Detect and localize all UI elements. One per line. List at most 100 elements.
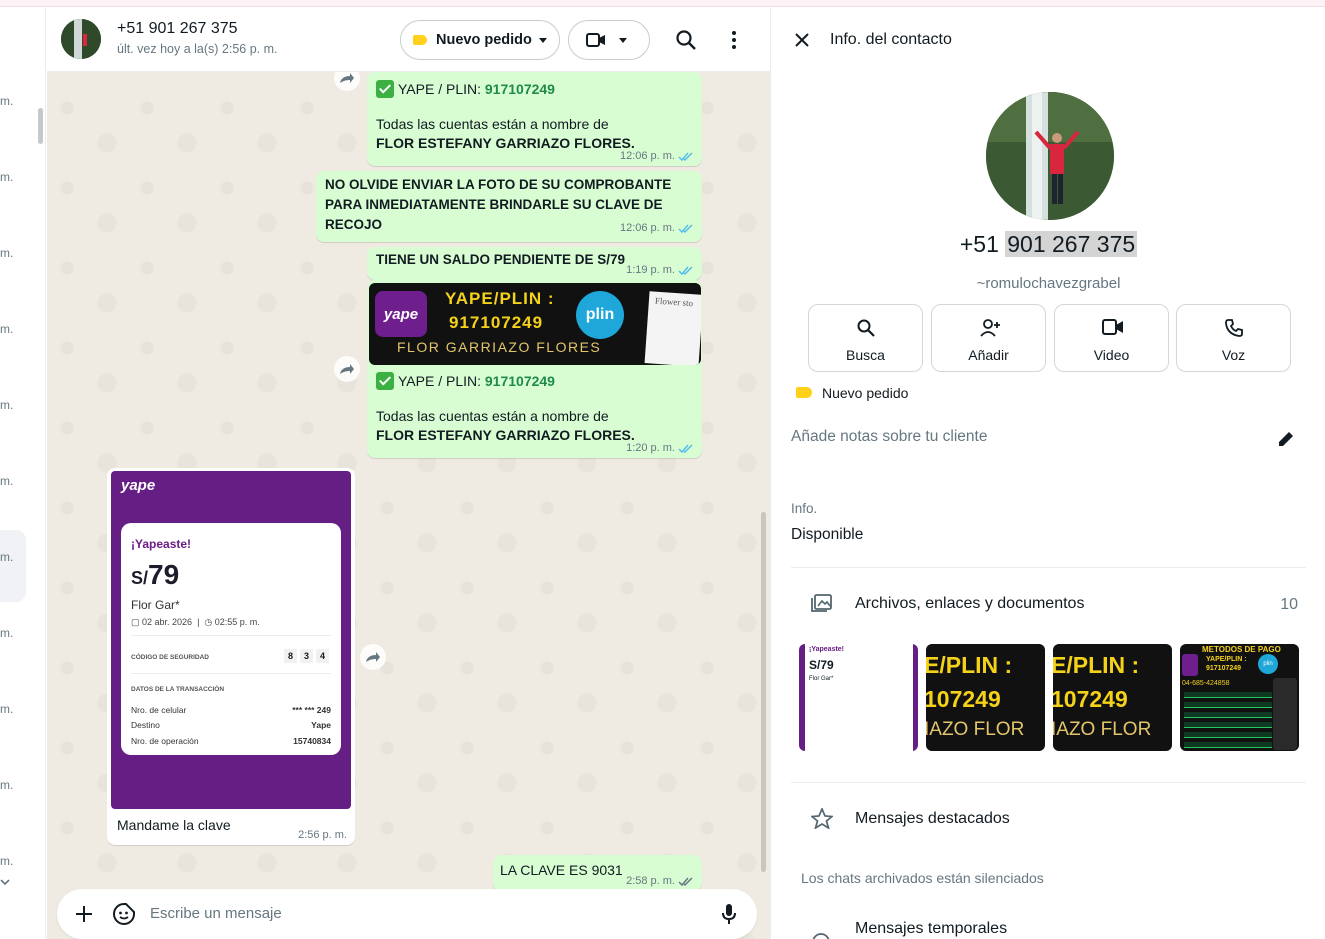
order-label-dropdown[interactable]: Nuevo pedido bbox=[400, 20, 560, 60]
more-options-icon[interactable] bbox=[722, 28, 746, 52]
pay-label: YAPE / PLIN: bbox=[398, 373, 485, 389]
video-camera-icon bbox=[1102, 319, 1123, 335]
microphone-icon[interactable] bbox=[721, 903, 737, 925]
edit-pencil-icon[interactable] bbox=[1276, 429, 1296, 449]
search-icon[interactable] bbox=[674, 28, 698, 52]
receipt-amount: S/79 bbox=[131, 559, 179, 591]
row-value: *** *** 249 bbox=[292, 705, 331, 715]
chat-pane: +51 901 267 375 últ. vez hoy a la(s) 2:5… bbox=[47, 8, 770, 939]
message-text: TIENE UN SALDO PENDIENTE DE S/79 bbox=[376, 252, 626, 267]
close-icon[interactable] bbox=[794, 32, 810, 48]
receipt-datetime: ▢ 02 abr. 2026 | ◷ 02:55 p. m. bbox=[131, 617, 260, 627]
plus-icon[interactable] bbox=[75, 905, 93, 923]
amount-value: 79 bbox=[148, 559, 180, 590]
media-thumbnail[interactable]: E/PLIN : 107249 IAZO FLOR bbox=[926, 644, 1045, 751]
archived-note: Los chats archivados están silenciados bbox=[801, 870, 1044, 886]
yape-logo: yape bbox=[121, 477, 156, 494]
media-count: 10 bbox=[1280, 596, 1298, 613]
chat-scrollbar[interactable] bbox=[761, 512, 766, 872]
thumb-text: 107249 bbox=[1053, 686, 1128, 712]
receipt-row: Nro. de operación 15740834 bbox=[131, 736, 331, 746]
receipt-image[interactable]: yape ¡Yapeaste! S/79 Flor Gar* ▢ 02 abr.… bbox=[111, 471, 351, 809]
receipt-row: Destino Yape bbox=[131, 720, 331, 730]
label-tag-icon bbox=[413, 35, 427, 45]
receipt-date: 02 abr. 2026 bbox=[142, 617, 193, 627]
starred-messages-row[interactable]: Mensajes destacados bbox=[855, 810, 1010, 828]
media-thumbnail[interactable]: E/PLIN : 107249 IAZO FLOR bbox=[1053, 644, 1172, 751]
time-text: 1:19 p. m. bbox=[626, 264, 675, 276]
contact-photo-icon bbox=[986, 92, 1114, 220]
message-time: 2:58 p. m. bbox=[626, 875, 694, 887]
video-call-dropdown[interactable] bbox=[568, 20, 650, 60]
message-line-bold: FLOR ESTEFANY GARRIAZO FLORES. bbox=[376, 427, 635, 443]
phone-number-selected[interactable]: 901 267 375 bbox=[1005, 231, 1138, 257]
flyer-image: Flower sto bbox=[644, 291, 701, 365]
message-text: LA CLAVE ES 9031 bbox=[500, 862, 623, 878]
chat-header[interactable]: +51 901 267 375 últ. vez hoy a la(s) 2:5… bbox=[47, 8, 770, 72]
media-thumbnail[interactable]: METODOS DE PAGO YAPE/PLIN : 917107249 pl… bbox=[1180, 644, 1299, 751]
media-row-label[interactable]: Archivos, enlaces y documentos bbox=[855, 595, 1084, 613]
row-key: Destino bbox=[131, 720, 160, 730]
receipt-card: ¡Yapeaste! S/79 Flor Gar* ▢ 02 abr. 2026… bbox=[121, 523, 341, 755]
row-value: Yape bbox=[311, 720, 331, 730]
about-value: Disponible bbox=[791, 526, 864, 543]
details-label: DATOS DE LA TRANSACCIÓN bbox=[131, 686, 225, 693]
plin-logo: plin bbox=[576, 291, 624, 339]
read-ticks-icon bbox=[678, 265, 693, 275]
checkmark-icon bbox=[376, 80, 394, 98]
media-thumbnail[interactable]: ¡Yapeaste! S/79 Flor Gar* bbox=[799, 644, 918, 751]
thumb-text: YAPE/PLIN : bbox=[1206, 656, 1247, 663]
action-label: Añadir bbox=[968, 347, 1009, 363]
chat-list-partial: m. m. m. m. m. m. m. m. m. m. m. bbox=[0, 8, 46, 939]
chevron-down-icon[interactable] bbox=[0, 878, 10, 886]
label-tag-icon bbox=[796, 387, 812, 398]
contact-name[interactable]: +51 901 267 375 bbox=[117, 20, 238, 38]
message-input[interactable]: Escribe un mensaje bbox=[150, 905, 282, 922]
message-bubble-outgoing[interactable]: YAPE / PLIN: 917107249 Todas las cuentas… bbox=[367, 72, 702, 166]
chat-time-fragment: m. bbox=[0, 170, 14, 184]
message-time: 12:06 p. m. bbox=[620, 218, 694, 238]
code-digit: 3 bbox=[300, 649, 313, 663]
message-line-bold: FLOR ESTEFANY GARRIAZO FLORES. bbox=[376, 135, 635, 151]
chat-list-scrollbar[interactable] bbox=[38, 108, 43, 144]
message-bubble-outgoing[interactable]: TIENE UN SALDO PENDIENTE DE S/79 1:19 p.… bbox=[367, 247, 702, 280]
security-label: CÓDIGO DE SEGURIDAD bbox=[131, 654, 210, 661]
thumb-text: 917107249 bbox=[1206, 665, 1242, 672]
pay-label: YAPE / PLIN: bbox=[398, 81, 485, 97]
forward-arrow-icon bbox=[366, 652, 380, 662]
forward-button[interactable] bbox=[334, 356, 360, 382]
forward-button[interactable] bbox=[360, 644, 386, 670]
phone-icon bbox=[1225, 319, 1243, 337]
message-time: 1:19 p. m. bbox=[626, 264, 694, 276]
time-text: 1:20 p. m. bbox=[626, 442, 675, 454]
voice-call-button[interactable]: Voz bbox=[1176, 304, 1291, 372]
promo-image[interactable]: yape YAPE/PLIN : 917107249 FLOR GARRIAZO… bbox=[369, 283, 701, 365]
promo-number: 917107249 bbox=[449, 313, 544, 332]
disappearing-messages-row[interactable]: Mensajes temporales bbox=[855, 920, 1007, 938]
contact-photo[interactable] bbox=[986, 92, 1114, 220]
panel-title: Info. del contacto bbox=[830, 31, 952, 48]
phone-prefix: +51 bbox=[959, 231, 1006, 257]
notes-input[interactable]: Añade notas sobre tu cliente bbox=[791, 428, 987, 446]
message-bubble-outgoing[interactable]: LA CLAVE ES 9031 2:58 p. m. bbox=[493, 855, 702, 891]
add-contact-button[interactable]: Añadir bbox=[931, 304, 1046, 372]
message-bubble-outgoing[interactable]: NO OLVIDE ENVIAR LA FOTO DE SU COMPROBAN… bbox=[316, 171, 702, 242]
plin-logo: plin bbox=[1258, 654, 1278, 674]
code-digit: 4 bbox=[316, 649, 329, 663]
receipt-recipient: Flor Gar* bbox=[131, 598, 180, 612]
search-button[interactable]: Busca bbox=[808, 304, 923, 372]
contact-label[interactable]: Nuevo pedido bbox=[822, 385, 908, 401]
thumb-text: IAZO FLOR bbox=[926, 719, 1025, 740]
thumbnail-card: ¡Yapeaste! S/79 Flor Gar* bbox=[805, 644, 913, 751]
read-ticks-icon bbox=[678, 151, 693, 161]
yape-logo: yape bbox=[375, 291, 427, 337]
chat-time-fragment: m. bbox=[0, 246, 14, 260]
divider bbox=[131, 635, 331, 636]
receipt-row: Nro. de celular *** *** 249 bbox=[131, 705, 331, 715]
avatar[interactable] bbox=[61, 19, 101, 59]
action-label: Voz bbox=[1221, 347, 1246, 363]
timer-icon bbox=[812, 933, 830, 939]
video-call-button[interactable]: Video bbox=[1054, 304, 1169, 372]
message-line: Todas las cuentas están a nombre de bbox=[376, 408, 609, 424]
sticker-emoji-icon[interactable] bbox=[112, 902, 136, 926]
